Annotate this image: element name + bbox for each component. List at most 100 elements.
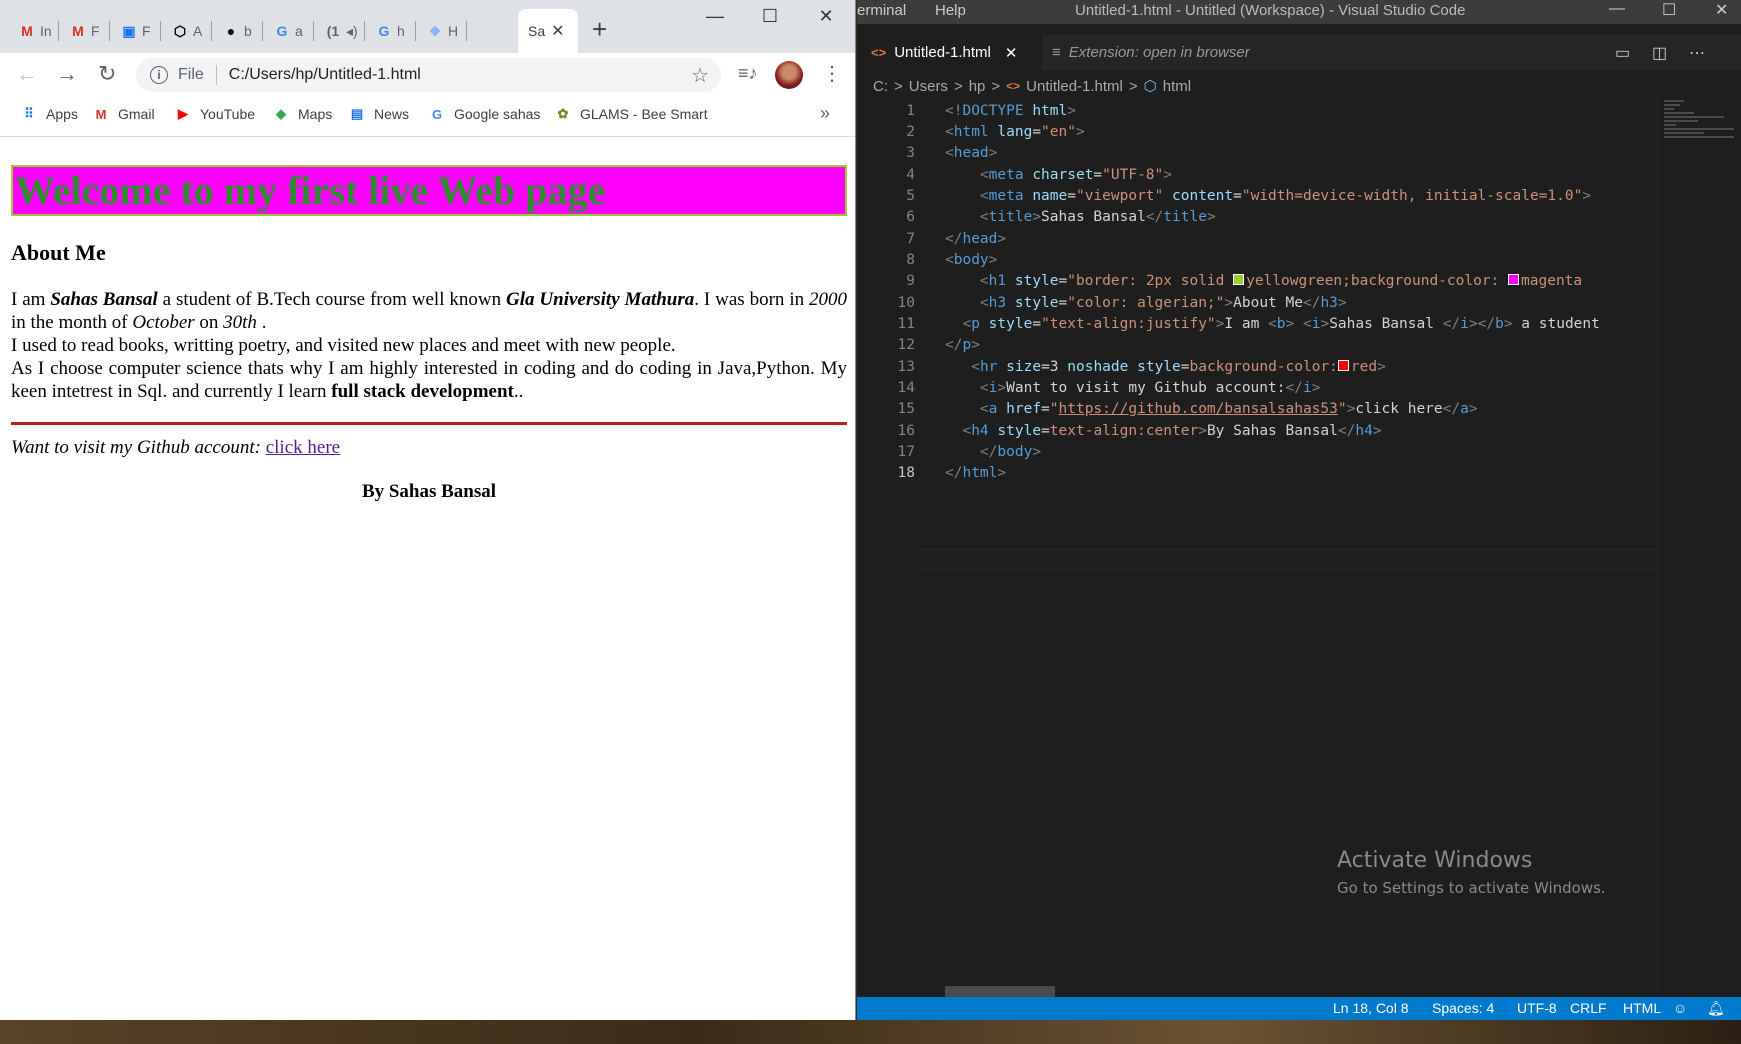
more-actions-icon[interactable]: ⋯ bbox=[1689, 43, 1705, 63]
browser-tab[interactable]: ⬡ A bbox=[161, 13, 212, 49]
bookmark-google-sahas[interactable]: G Google sahas bbox=[428, 105, 540, 123]
bookmarks-bar: ⠿ Apps M Gmail ▶ YouTube ◆ Maps ▤ News G Google sah… bbox=[0, 95, 855, 137]
about-paragraph: I am Sahas Bansal a student of B.Tech co… bbox=[11, 289, 848, 402]
codepen-icon: ⬡ bbox=[173, 22, 187, 39]
media-control-icon[interactable]: ≡♪ bbox=[738, 63, 758, 84]
byline: By Sahas Bansal bbox=[361, 481, 497, 502]
address-bar[interactable]: i File C:/Users/hp/Untitled-1.html ☆ bbox=[136, 58, 721, 92]
vscode-minimize-button[interactable]: — bbox=[1609, 0, 1625, 18]
encoding[interactable]: UTF-8 bbox=[1517, 1000, 1557, 1016]
tab-active[interactable]: Sa ✕ bbox=[518, 9, 578, 53]
url-text[interactable]: C:/Users/hp/Untitled-1.html bbox=[229, 66, 421, 84]
code-line[interactable]: 12 </p> bbox=[857, 335, 1657, 356]
google-icon: G bbox=[378, 23, 390, 39]
cursor-position[interactable]: Ln 18, Col 8 bbox=[1333, 1000, 1409, 1016]
bookmark-apps[interactable]: ⠿ Apps bbox=[20, 105, 78, 123]
language-mode[interactable]: HTML bbox=[1623, 1000, 1661, 1016]
vscode-close-button[interactable]: ✕ bbox=[1715, 0, 1728, 20]
code-line[interactable]: 3 <head> bbox=[857, 143, 1657, 164]
active-tab-title: Sa bbox=[528, 23, 546, 39]
vscode-titlebar: erminal Help Untitled-1.html - Untitled … bbox=[857, 0, 1741, 24]
bookmark-gmail[interactable]: M Gmail bbox=[92, 105, 155, 123]
bookmark-star-icon[interactable]: ☆ bbox=[691, 63, 709, 88]
forward-button[interactable]: → bbox=[56, 61, 78, 87]
maximize-button[interactable]: ☐ bbox=[747, 6, 793, 27]
code-line[interactable]: 11 <p style="text-align:justify">I am <b… bbox=[857, 314, 1657, 335]
open-preview-icon[interactable]: ▭ bbox=[1615, 43, 1630, 63]
breadcrumb: C: > Users > hp > <> Untitled-1.html > ⬡… bbox=[873, 77, 1192, 96]
feedback-icon[interactable]: ☺ bbox=[1673, 1000, 1687, 1016]
chrome-menu-icon[interactable]: ⋮ bbox=[822, 61, 842, 86]
browser-tab[interactable]: Gh bbox=[365, 13, 416, 49]
menu-terminal[interactable]: erminal bbox=[857, 2, 906, 19]
code-line[interactable]: 17 </body> bbox=[857, 442, 1657, 463]
tab-title: A bbox=[193, 23, 203, 39]
gmail-icon: M bbox=[21, 23, 33, 39]
minimize-button[interactable]: — bbox=[692, 6, 738, 27]
audio-icon: (1 bbox=[326, 23, 340, 39]
code-line[interactable]: 13 <hr size=3 noshade style=background-c… bbox=[857, 357, 1657, 378]
tab-extension-preview[interactable]: ≡ Extension: open in browser bbox=[1052, 35, 1250, 70]
code-line[interactable]: 18 </html> bbox=[857, 463, 1657, 484]
bookmark-label: GLAMS - Bee Smart bbox=[580, 106, 708, 122]
browser-tab[interactable]: ▣ F bbox=[110, 13, 161, 49]
code-line[interactable]: 9 <h1 style="border: 2px solid yellowgre… bbox=[857, 271, 1657, 292]
reload-button[interactable]: ↻ bbox=[98, 61, 116, 87]
page-icon: ❖ bbox=[428, 22, 442, 39]
bookmark-news[interactable]: ▤ News bbox=[348, 105, 409, 123]
bookmark-maps[interactable]: ◆ Maps bbox=[272, 105, 332, 123]
tab-title: In bbox=[40, 23, 52, 39]
info-icon[interactable]: i bbox=[150, 66, 168, 84]
minimap[interactable] bbox=[1657, 92, 1741, 992]
university-name: Gla University Mathura bbox=[506, 289, 695, 310]
bookmarks-more-icon[interactable]: » bbox=[820, 103, 830, 124]
profile-avatar[interactable] bbox=[775, 61, 803, 89]
browser-tab[interactable]: M In bbox=[8, 13, 59, 49]
code-line[interactable]: 2 <html lang="en"> bbox=[857, 122, 1657, 143]
tab-strip: M In M F ▣ F ⬡ A ● b Ga (1 ◂) Gh ❖ H Sa ✕ + — ☐ ✕ bbox=[0, 0, 855, 53]
github-link[interactable]: click here bbox=[266, 437, 340, 458]
code-line[interactable]: 6 <title>Sahas Bansal</title> bbox=[857, 207, 1657, 228]
code-line[interactable]: 7 </head> bbox=[857, 229, 1657, 250]
tab-title: F bbox=[91, 23, 100, 39]
browser-tab[interactable]: Ga bbox=[263, 13, 314, 49]
youtube-icon: ▶ bbox=[178, 106, 188, 121]
split-editor-icon[interactable]: ◫ bbox=[1652, 43, 1667, 63]
github-prompt: Want to visit my Github account: bbox=[11, 437, 261, 458]
back-button[interactable]: ← bbox=[16, 61, 38, 87]
tab-untitled-1[interactable]: <> Untitled-1.html ✕ bbox=[857, 35, 1042, 70]
bookmark-glams-bee-smart[interactable]: ✿ GLAMS - Bee Smart bbox=[554, 105, 708, 123]
menu-help[interactable]: Help bbox=[935, 2, 966, 19]
vscode-maximize-button[interactable]: ☐ bbox=[1662, 0, 1676, 20]
bookmark-youtube[interactable]: ▶ YouTube bbox=[174, 105, 255, 123]
close-tab-icon[interactable]: ✕ bbox=[551, 21, 564, 41]
divider-rule bbox=[11, 422, 847, 425]
browser-tab[interactable]: ❖ H bbox=[416, 13, 467, 49]
browser-toolbar: ← → ↻ i File C:/Users/hp/Untitled-1.html… bbox=[0, 53, 855, 95]
notifications-icon[interactable]: 🔔︎ bbox=[1707, 1000, 1725, 1017]
close-tab-icon[interactable]: ✕ bbox=[1005, 44, 1018, 62]
new-tab-button[interactable]: + bbox=[592, 14, 607, 45]
code-line[interactable]: 15 <a href="https://github.com/bansalsah… bbox=[857, 399, 1657, 420]
google-icon: G bbox=[431, 106, 443, 122]
preview-icon: ≡ bbox=[1052, 44, 1061, 61]
github-icon: ● bbox=[226, 23, 236, 39]
code-line[interactable]: 5 <meta name="viewport" content="width=d… bbox=[857, 186, 1657, 207]
code-line[interactable]: 14 <i>Want to visit my Github account:</… bbox=[857, 378, 1657, 399]
code-line[interactable]: 1 <!DOCTYPE html> bbox=[857, 101, 1657, 122]
code-line[interactable]: 8 <body> bbox=[857, 250, 1657, 271]
divider bbox=[215, 65, 217, 85]
code-line[interactable]: 4 <meta charset="UTF-8"> bbox=[857, 165, 1657, 186]
close-window-button[interactable]: ✕ bbox=[803, 6, 849, 27]
line-ending[interactable]: CRLF bbox=[1570, 1000, 1607, 1016]
code-line[interactable]: 10 <h3 style="color: algerian;">About Me… bbox=[857, 293, 1657, 314]
browser-tab[interactable]: MF bbox=[59, 13, 110, 49]
tab-title: F bbox=[142, 23, 151, 39]
indentation[interactable]: Spaces: 4 bbox=[1432, 1000, 1494, 1016]
author-name: Sahas Bansal bbox=[50, 289, 158, 310]
browser-tab[interactable]: (1 ◂) bbox=[314, 13, 365, 49]
code-line[interactable]: 16 <h4 style=text-align:center>By Sahas … bbox=[857, 421, 1657, 442]
color-swatch-yellowgreen bbox=[1233, 274, 1245, 285]
browser-tab[interactable]: ● b bbox=[212, 13, 263, 49]
tab-separator bbox=[466, 21, 467, 41]
